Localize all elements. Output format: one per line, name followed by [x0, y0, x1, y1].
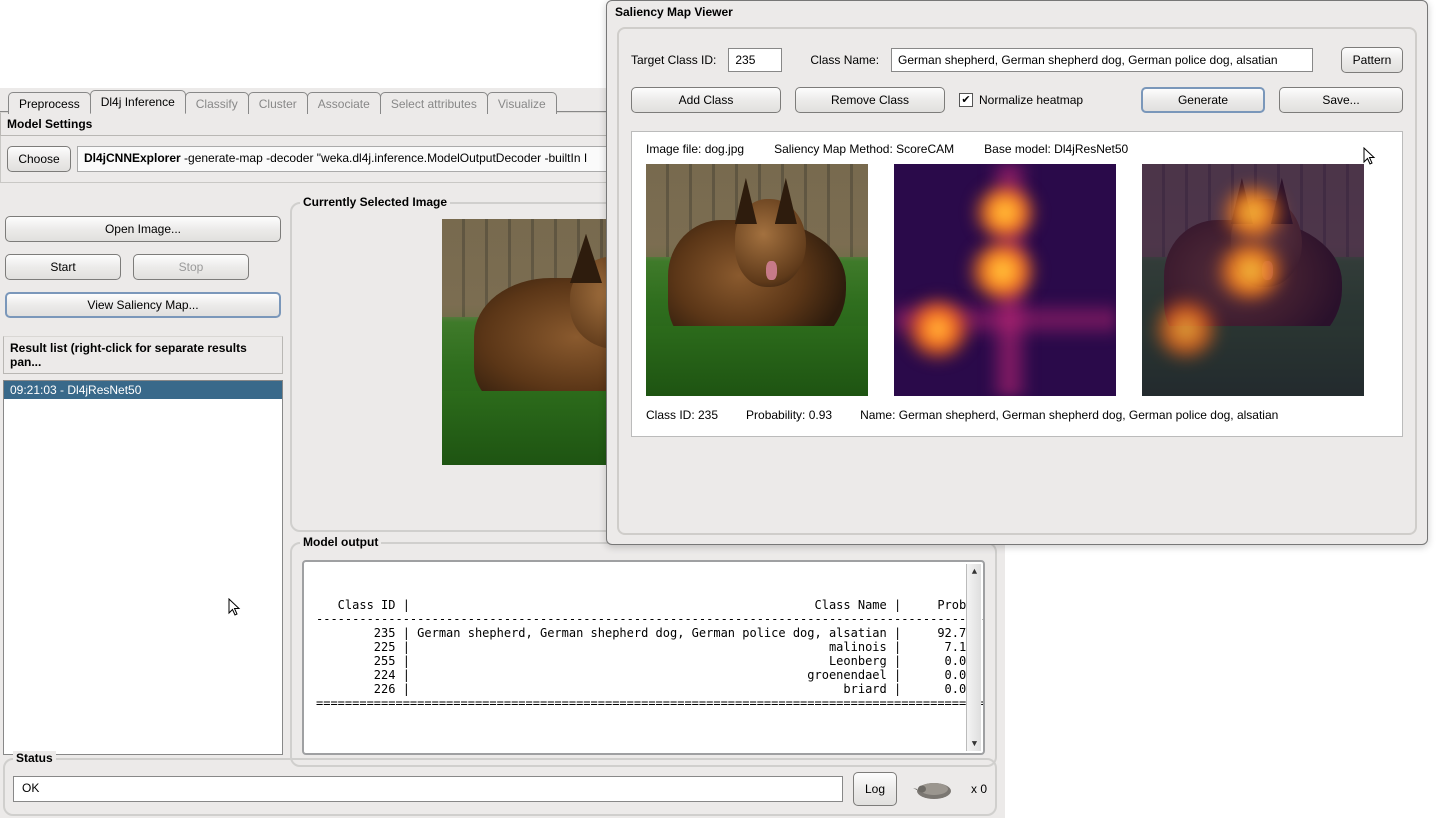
tab-select-attributes: Select attributes — [380, 92, 488, 114]
saliency-original-image — [646, 164, 868, 396]
normalize-heatmap-label: Normalize heatmap — [979, 93, 1083, 107]
model-output-text[interactable]: Class ID | Class Name | Prob % ---------… — [302, 560, 985, 755]
currently-selected-image-title: Currently Selected Image — [300, 195, 450, 209]
saliency-map-viewer-window[interactable]: Saliency Map Viewer Target Class ID: Cla… — [606, 0, 1428, 545]
saliency-window-title: Saliency Map Viewer — [607, 1, 1427, 27]
model-command-args: -generate-map -decoder "weka.dl4j.infere… — [181, 151, 587, 165]
model-output-pre: Class ID | Class Name | Prob % ---------… — [316, 598, 971, 710]
scroll-up-icon[interactable]: ▲ — [968, 565, 981, 578]
tab-visualize: Visualize — [487, 92, 557, 114]
result-list-title: Result list (right-click for separate re… — [3, 336, 283, 374]
saliency-overlay-image — [1142, 164, 1364, 396]
save-button[interactable]: Save... — [1279, 87, 1403, 113]
tab-associate: Associate — [307, 92, 381, 114]
saliency-meta-class-id: Class ID: 235 — [646, 408, 718, 422]
pattern-button[interactable]: Pattern — [1341, 47, 1403, 73]
scroll-down-icon[interactable]: ▼ — [968, 737, 981, 750]
tab-dl4j-inference[interactable]: Dl4j Inference — [90, 90, 186, 114]
log-button[interactable]: Log — [853, 772, 897, 806]
status-error-count: x 0 — [971, 782, 987, 796]
add-class-button[interactable]: Add Class — [631, 87, 781, 113]
model-output-title: Model output — [300, 535, 381, 549]
result-list[interactable]: 09:21:03 - Dl4jResNet50 — [3, 380, 283, 755]
saliency-heatmap-image — [894, 164, 1116, 396]
open-image-button[interactable]: Open Image... — [5, 216, 281, 242]
target-class-id-label: Target Class ID: — [631, 53, 716, 67]
generate-button[interactable]: Generate — [1141, 87, 1265, 113]
tab-cluster: Cluster — [248, 92, 308, 114]
remove-class-button[interactable]: Remove Class — [795, 87, 945, 113]
normalize-heatmap-checkbox[interactable]: ✔ Normalize heatmap — [959, 93, 1083, 107]
saliency-meta-method: Saliency Map Method: ScoreCAM — [774, 142, 954, 156]
saliency-meta-probability: Probability: 0.93 — [746, 408, 832, 422]
model-output-scrollbar[interactable]: ▲ ▼ — [966, 564, 981, 751]
model-command-classname: Dl4jCNNExplorer — [84, 151, 181, 165]
class-name-input[interactable] — [891, 48, 1313, 72]
result-list-item[interactable]: 09:21:03 - Dl4jResNet50 — [4, 381, 282, 399]
saliency-meta-image-file: Image file: dog.jpg — [646, 142, 744, 156]
tab-preprocess[interactable]: Preprocess — [8, 92, 91, 114]
saliency-output-panel: Image file: dog.jpg Saliency Map Method:… — [631, 131, 1403, 437]
view-saliency-map-button[interactable]: View Saliency Map... — [5, 292, 281, 318]
saliency-meta-base-model: Base model: Dl4jResNet50 — [984, 142, 1128, 156]
stop-button: Stop — [133, 254, 249, 280]
start-button[interactable]: Start — [5, 254, 121, 280]
status-title: Status — [13, 751, 56, 765]
target-class-id-input[interactable] — [728, 48, 782, 72]
checkbox-checked-icon: ✔ — [959, 93, 973, 107]
status-value: OK — [13, 776, 843, 802]
weka-bird-icon — [907, 777, 961, 801]
class-name-label: Class Name: — [810, 53, 879, 67]
tab-classify: Classify — [185, 92, 249, 114]
saliency-meta-name: Name: German shepherd, German shepherd d… — [860, 408, 1278, 422]
choose-button[interactable]: Choose — [7, 146, 71, 172]
